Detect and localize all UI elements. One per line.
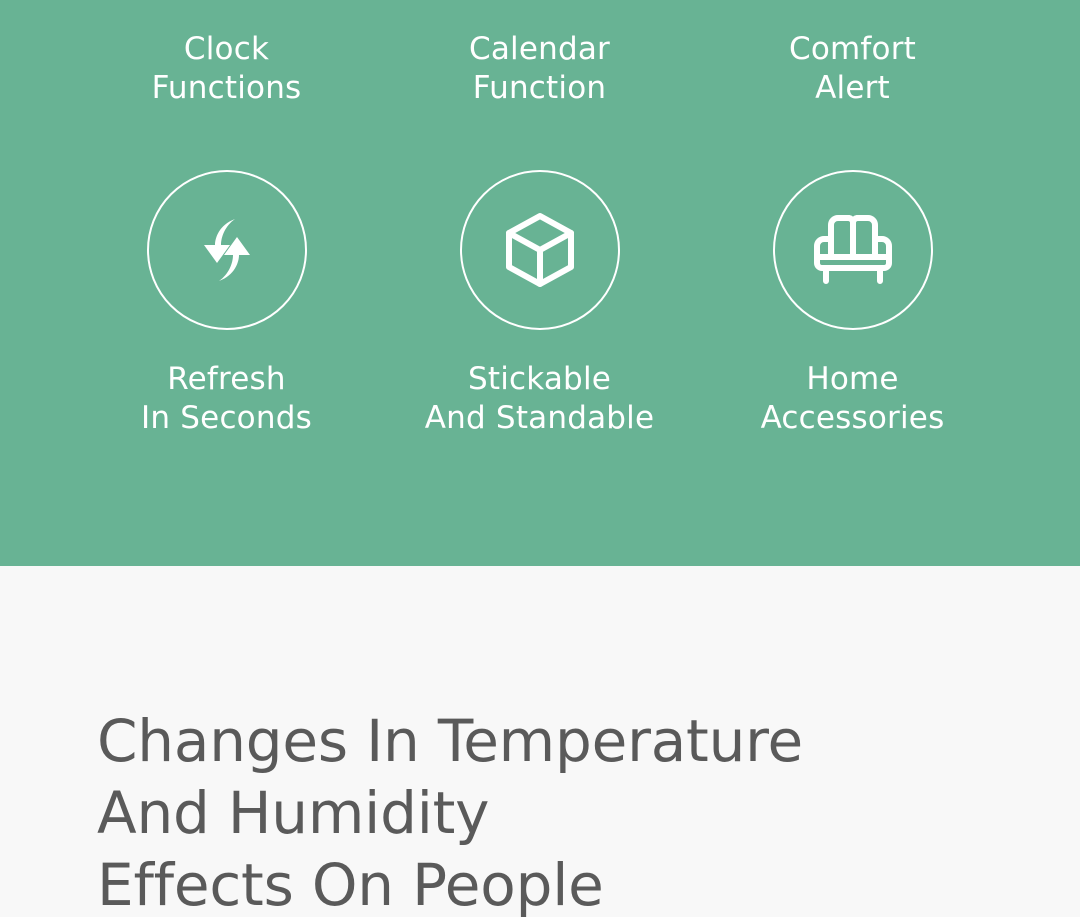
feature-item-stickable-and-standable: Stickable And Standable [383,170,696,500]
feature-item-label: Home Accessories [760,361,945,436]
info-section: Changes In Temperature And Humidity Effe… [0,566,1080,917]
feature-row-2: Refresh In Seconds Stickable And Standab… [0,170,1080,500]
section-heading: Changes In Temperature And Humidity Effe… [97,707,804,917]
product-detail-page: Clock Functions Calendar Function Comfor… [0,0,1080,917]
feature-item-label: Clock Functions [151,31,302,106]
feature-item-home-accessories: Home Accessories [696,170,1009,500]
feature-item-label: Calendar Function [469,31,610,106]
cube-icon [459,170,620,330]
feature-item-refresh-in-seconds: Refresh In Seconds [70,170,383,500]
feature-item-label: Stickable And Standable [424,361,655,436]
feature-item-label: Comfort Alert [789,31,916,106]
feature-grid: Clock Functions Calendar Function Comfor… [0,0,1080,500]
feature-item-calendar-function: Calendar Function [383,0,696,170]
sofa-icon [772,170,933,330]
feature-item-comfort-alert: Comfort Alert [696,0,1009,170]
refresh-arrows-icon [146,170,307,330]
feature-panel: Clock Functions Calendar Function Comfor… [0,0,1080,566]
feature-item-clock-functions: Clock Functions [70,0,383,170]
feature-row-1: Clock Functions Calendar Function Comfor… [0,0,1080,170]
feature-item-label: Refresh In Seconds [141,361,312,436]
